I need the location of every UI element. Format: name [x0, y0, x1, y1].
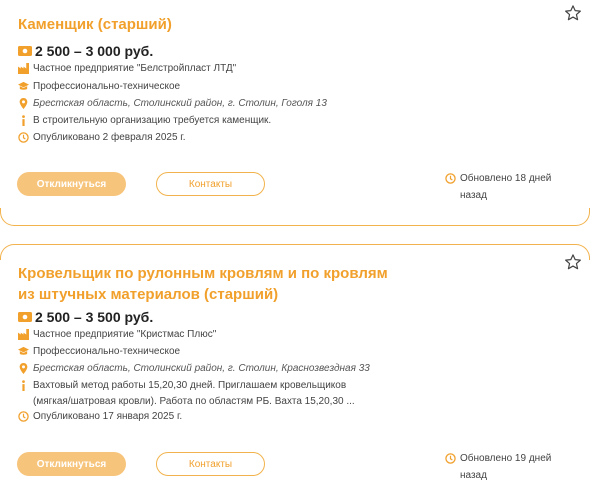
respond-button[interactable]: Откликнуться [17, 452, 126, 476]
updated-info: Обновлено 19 дней назад [445, 450, 580, 484]
info-icon [22, 115, 25, 126]
location-pin-icon [19, 363, 28, 374]
description: В строительную организацию требуется кам… [33, 115, 272, 126]
description-row: В строительную организацию требуется кам… [18, 113, 383, 129]
education-row: Профессионально-техническое [18, 79, 383, 95]
description: Вахтовый метод работы 15,20,30 дней. При… [33, 380, 355, 407]
vacancy-card: Каменщик (старший) 2 500 – 3 000 руб. Ча… [0, 0, 590, 226]
published-row: Опубликовано 17 января 2025 г. [18, 409, 383, 425]
card-divider [0, 244, 590, 260]
contacts-button[interactable]: Контакты [156, 172, 265, 196]
vacancy-title[interactable]: Кровельщик по рулонным кровлям и по кров… [18, 263, 398, 305]
company-row: Частное предприятие "Белстройпласт ЛТД" [18, 61, 383, 77]
graduation-cap-icon [18, 346, 29, 355]
card-divider [0, 208, 590, 226]
info-icon [22, 380, 25, 391]
address: Брестская область, Столинский район, г. … [33, 98, 327, 109]
respond-button[interactable]: Откликнуться [17, 172, 126, 196]
clock-icon [445, 453, 456, 464]
address: Брестская область, Столинский район, г. … [33, 363, 370, 374]
published-row: Опубликовано 2 февраля 2025 г. [18, 130, 383, 146]
published-date: Опубликовано 17 января 2025 г. [33, 411, 183, 422]
location-pin-icon [19, 98, 28, 109]
address-row: Брестская область, Столинский район, г. … [18, 96, 383, 112]
salary-value: 2 500 – 3 500 руб. [35, 309, 154, 325]
money-icon [18, 312, 32, 322]
updated-text: Обновлено 19 дней назад [460, 453, 552, 481]
clock-icon [18, 132, 29, 143]
vacancy-title[interactable]: Каменщик (старший) [18, 14, 398, 35]
clock-icon [18, 411, 29, 422]
company-row: Частное предприятие "Кристмас Плюс" [18, 327, 383, 343]
star-icon[interactable] [564, 4, 582, 22]
money-icon [18, 46, 32, 56]
company-name[interactable]: Частное предприятие "Кристмас Плюс" [33, 327, 383, 343]
contacts-button[interactable]: Контакты [156, 452, 265, 476]
company-name[interactable]: Частное предприятие "Белстройпласт ЛТД" [33, 61, 383, 77]
education-level: Профессионально-техническое [33, 346, 181, 357]
education-row: Профессионально-техническое [18, 344, 383, 360]
description-row: Вахтовый метод работы 15,20,30 дней. При… [18, 378, 383, 410]
factory-icon [18, 329, 29, 340]
salary: 2 500 – 3 500 руб. [18, 308, 153, 326]
graduation-cap-icon [18, 81, 29, 90]
vacancy-card: Кровельщик по рулонным кровлям и по кров… [0, 244, 590, 492]
address-row: Брестская область, Столинский район, г. … [18, 361, 383, 377]
star-icon[interactable] [564, 253, 582, 271]
salary: 2 500 – 3 000 руб. [18, 42, 153, 60]
clock-icon [445, 173, 456, 184]
updated-text: Обновлено 18 дней назад [460, 173, 552, 201]
education-level: Профессионально-техническое [33, 81, 181, 92]
updated-info: Обновлено 18 дней назад [445, 170, 580, 204]
salary-value: 2 500 – 3 000 руб. [35, 43, 154, 59]
factory-icon [18, 63, 29, 74]
published-date: Опубликовано 2 февраля 2025 г. [33, 132, 186, 143]
